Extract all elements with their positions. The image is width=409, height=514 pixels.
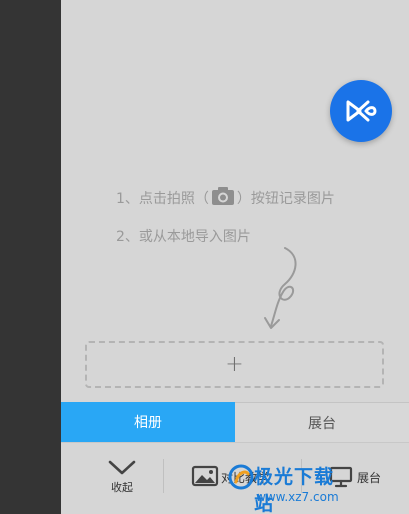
- site-watermark: 极光下载站 www.xz7.com: [228, 462, 348, 514]
- chevron-down-icon: [108, 460, 136, 475]
- instruction-step-1: 1、点击拍照（ ）按钮记录图片: [116, 186, 335, 210]
- main-panel: 1、点击拍照（ ）按钮记录图片 2、或从本地导入图片 + 相册 展台 收起 对比…: [61, 0, 409, 514]
- tab-album[interactable]: 相册: [61, 402, 235, 442]
- left-dark-sidebar: [0, 0, 61, 514]
- exhibit-label: 展台: [357, 470, 382, 485]
- image-compare-icon: [191, 465, 219, 487]
- watermark-title: 极光下载站: [254, 466, 335, 514]
- camera-icon: [211, 186, 235, 210]
- tab-exhibit[interactable]: 展台: [235, 402, 409, 442]
- collapse-button[interactable]: 收起: [97, 459, 147, 495]
- instruction-step-1-after: ）按钮记录图片: [236, 191, 335, 207]
- watermark-logo-icon: [228, 464, 254, 490]
- tab-bar: 相册 展台: [61, 402, 409, 442]
- curved-arrow-icon: [264, 247, 297, 329]
- play-logo-icon: [346, 100, 377, 122]
- add-image-button[interactable]: +: [85, 341, 384, 388]
- collapse-label: 收起: [111, 481, 133, 494]
- watermark-url: www.xz7.com: [256, 490, 339, 504]
- instruction-step-2: 2、或从本地导入图片: [116, 229, 251, 245]
- play-logo-button[interactable]: [330, 80, 392, 142]
- instruction-step-1-before: 1、点击拍照（: [116, 191, 209, 207]
- plus-icon: +: [225, 351, 244, 377]
- toolbar-divider: [163, 459, 164, 493]
